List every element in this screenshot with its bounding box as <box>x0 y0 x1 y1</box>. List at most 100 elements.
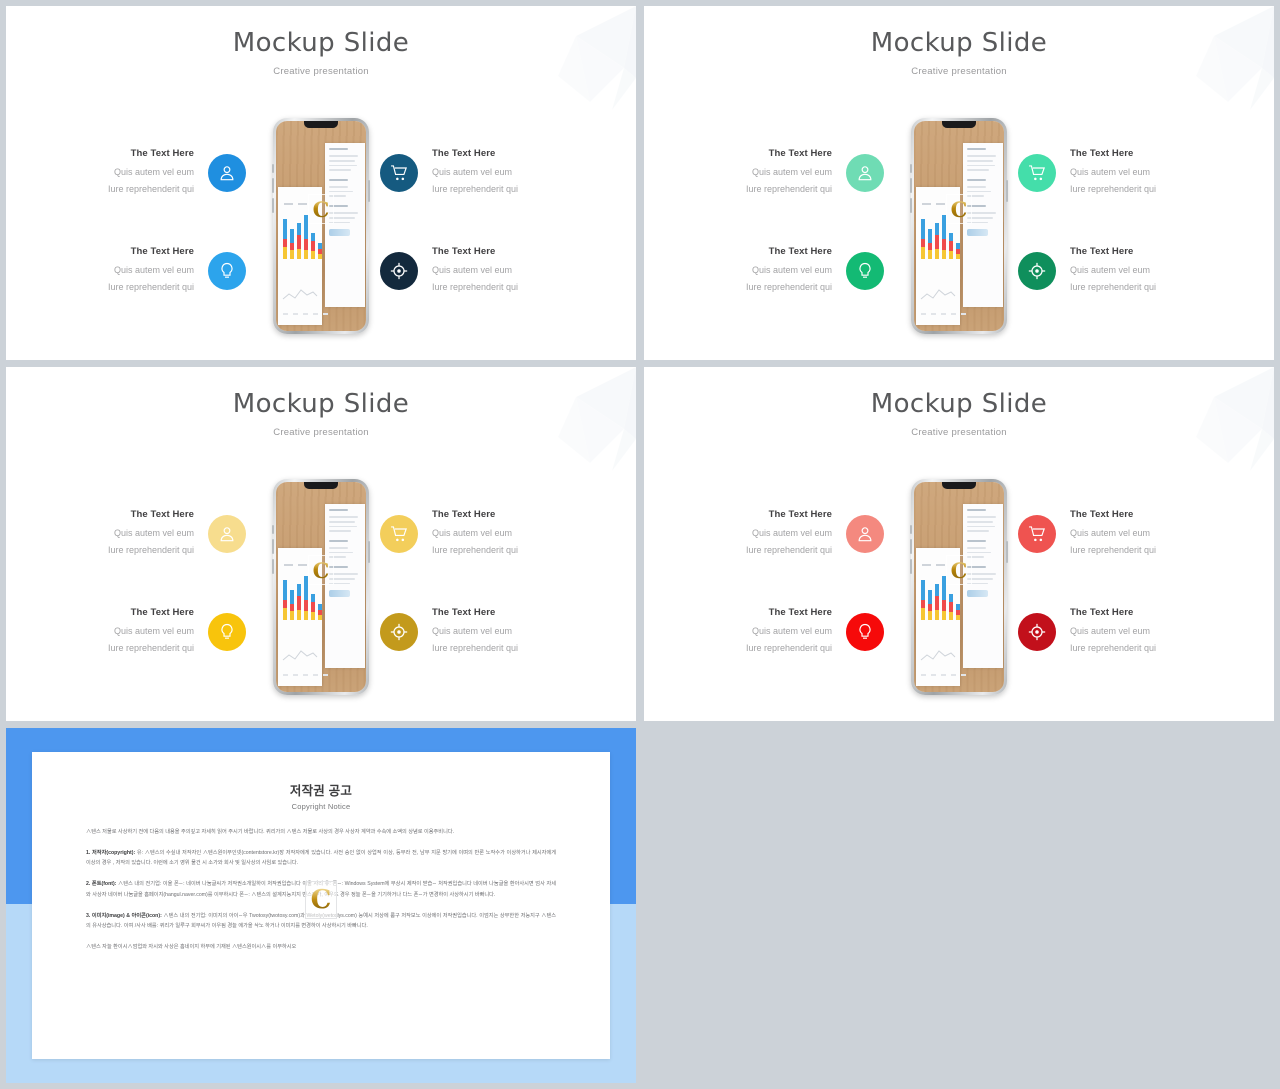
target-icon[interactable] <box>1018 252 1056 291</box>
feature-line-2: Iure reprehenderit qui <box>107 643 194 654</box>
feature-left-2[interactable]: The Text Here Quis autem vel eum Iure re… <box>44 246 262 296</box>
copyright-watermark: C <box>308 555 334 586</box>
feature-right-2[interactable]: The Text Here Quis autem vel eum Iure re… <box>1018 246 1236 296</box>
feature-left-1[interactable]: The Text Here Quis autem vel eum Iure re… <box>44 148 262 198</box>
feature-line-1: Quis autem vel eum <box>432 167 513 177</box>
sparkline-chart <box>920 289 956 300</box>
slide-blue[interactable]: Mockup Slide Creative presentation The T… <box>6 6 636 360</box>
page-subtitle: Creative presentation <box>911 66 1007 77</box>
bulb-icon[interactable] <box>208 613 246 652</box>
page-title: Mockup Slide <box>870 389 1048 419</box>
polygon-watermark-icon <box>1196 6 1274 110</box>
feature-left-2[interactable]: The Text Here Quis autem vel eum Iure re… <box>44 607 262 657</box>
phone-mockup: C <box>272 479 370 695</box>
sparkline-chart <box>920 650 956 661</box>
feature-line-1: Quis autem vel eum <box>751 167 832 177</box>
feature-line-2: Iure reprehenderit qui <box>432 545 519 556</box>
feature-line-1: Quis autem vel eum <box>1070 167 1151 177</box>
feature-line-2: Iure reprehenderit qui <box>745 282 832 293</box>
feature-title: The Text Here <box>432 148 496 159</box>
document-panel <box>325 143 365 307</box>
feature-line-1: Quis autem vel eum <box>113 265 194 275</box>
paragraph-heading: 1. 저작자(copyright): <box>86 850 136 857</box>
feature-left-1[interactable]: The Text Here Quis autem vel eum Iure re… <box>44 509 262 559</box>
feature-line-1: Quis autem vel eum <box>432 626 513 636</box>
feature-title: The Text Here <box>432 509 496 520</box>
page-subtitle: Creative presentation <box>273 66 369 77</box>
feature-title: The Text Here <box>1070 509 1134 520</box>
page-subtitle: Creative presentation <box>273 427 369 438</box>
feature-line-2: Iure reprehenderit qui <box>107 545 194 556</box>
signature-mark <box>329 229 351 237</box>
feature-title: The Text Here <box>130 148 194 159</box>
cart-icon[interactable] <box>380 154 418 193</box>
slide-yellow[interactable]: Mockup Slide Creative presentation The T… <box>6 367 636 721</box>
chart-axis-labels <box>283 313 328 315</box>
paragraph-heading: 2. 폰트(font): <box>86 881 117 888</box>
bulb-icon[interactable] <box>208 252 246 291</box>
feature-title: The Text Here <box>1070 246 1134 257</box>
page-title: Mockup Slide <box>870 28 1048 58</box>
paragraph-text: ∧텐스 자늘 환이시∧엄업와 자시와 사상은 홈네이지 하무에 기재된 ∧텐스원… <box>86 943 297 950</box>
target-icon[interactable] <box>1018 613 1056 652</box>
feature-title: The Text Here <box>432 246 496 257</box>
feature-text: The Text Here Quis autem vel eum Iure re… <box>432 509 582 559</box>
cart-icon[interactable] <box>380 515 418 554</box>
feature-left-1[interactable]: The Text Here Quis autem vel eum Iure re… <box>682 148 900 198</box>
feature-line-2: Iure reprehenderit qui <box>107 282 194 293</box>
cart-icon[interactable] <box>1018 515 1056 554</box>
cart-icon[interactable] <box>1018 154 1056 193</box>
feature-right-1[interactable]: The Text Here Quis autem vel eum Iure re… <box>1018 148 1236 198</box>
chart-legend <box>284 564 307 566</box>
feature-text: The Text Here Quis autem vel eum Iure re… <box>44 246 194 296</box>
feature-left-1[interactable]: The Text Here Quis autem vel eum Iure re… <box>682 509 900 559</box>
feature-left-2[interactable]: The Text Here Quis autem vel eum Iure re… <box>682 246 900 296</box>
user-icon[interactable] <box>846 154 884 193</box>
user-icon[interactable] <box>208 154 246 193</box>
document-panel <box>963 143 1003 307</box>
feature-title: The Text Here <box>768 246 832 257</box>
feature-right-1[interactable]: The Text Here Quis autem vel eum Iure re… <box>380 148 598 198</box>
slide-copyright[interactable]: 저작권 공고 Copyright Notice ∧텐스 저물로 사상하기 전에 … <box>6 728 636 1083</box>
feature-left-2[interactable]: The Text Here Quis autem vel eum Iure re… <box>682 607 900 657</box>
bulb-icon[interactable] <box>846 613 884 652</box>
copyright-watermark: C <box>308 194 334 225</box>
feature-line-1: Quis autem vel eum <box>432 528 513 538</box>
bulb-icon[interactable] <box>846 252 884 291</box>
copyright-paragraph: ∧텐스 자늘 환이시∧엄업와 자시와 사상은 홈네이지 하무에 기재된 ∧텐스원… <box>86 942 556 952</box>
polygon-watermark-icon <box>558 367 636 471</box>
feature-line-1: Quis autem vel eum <box>113 528 194 538</box>
feature-line-2: Iure reprehenderit qui <box>432 643 519 654</box>
slide-green[interactable]: Mockup Slide Creative presentation The T… <box>644 6 1274 360</box>
paragraph-heading: 3. 이미지(image) & 아이콘(icon): <box>86 912 162 919</box>
feature-right-2[interactable]: The Text Here Quis autem vel eum Iure re… <box>380 607 598 657</box>
feature-line-2: Iure reprehenderit qui <box>745 545 832 556</box>
feature-right-1[interactable]: The Text Here Quis autem vel eum Iure re… <box>380 509 598 559</box>
feature-line-2: Iure reprehenderit qui <box>107 184 194 195</box>
feature-title: The Text Here <box>130 246 194 257</box>
feature-title: The Text Here <box>130 607 194 618</box>
feature-right-2[interactable]: The Text Here Quis autem vel eum Iure re… <box>380 246 598 296</box>
target-icon[interactable] <box>380 613 418 652</box>
feature-line-1: Quis autem vel eum <box>1070 528 1151 538</box>
slide-red[interactable]: Mockup Slide Creative presentation The T… <box>644 367 1274 721</box>
feature-right-1[interactable]: The Text Here Quis autem vel eum Iure re… <box>1018 509 1236 559</box>
feature-text: The Text Here Quis autem vel eum Iure re… <box>44 607 194 657</box>
user-icon[interactable] <box>846 515 884 554</box>
copyright-watermark: C <box>946 194 972 225</box>
page-subtitle: Creative presentation <box>911 427 1007 438</box>
feature-line-1: Quis autem vel eum <box>432 265 513 275</box>
feature-line-1: Quis autem vel eum <box>751 528 832 538</box>
feature-text: The Text Here Quis autem vel eum Iure re… <box>682 509 832 559</box>
feature-line-2: Iure reprehenderit qui <box>1070 282 1157 293</box>
feature-line-1: Quis autem vel eum <box>113 167 194 177</box>
signature-mark <box>329 590 351 598</box>
feature-title: The Text Here <box>1070 148 1134 159</box>
feature-title: The Text Here <box>130 509 194 520</box>
user-icon[interactable] <box>208 515 246 554</box>
document-panel <box>963 504 1003 668</box>
target-icon[interactable] <box>380 252 418 291</box>
chart-axis-labels <box>921 313 966 315</box>
feature-text: The Text Here Quis autem vel eum Iure re… <box>1070 148 1220 198</box>
feature-right-2[interactable]: The Text Here Quis autem vel eum Iure re… <box>1018 607 1236 657</box>
